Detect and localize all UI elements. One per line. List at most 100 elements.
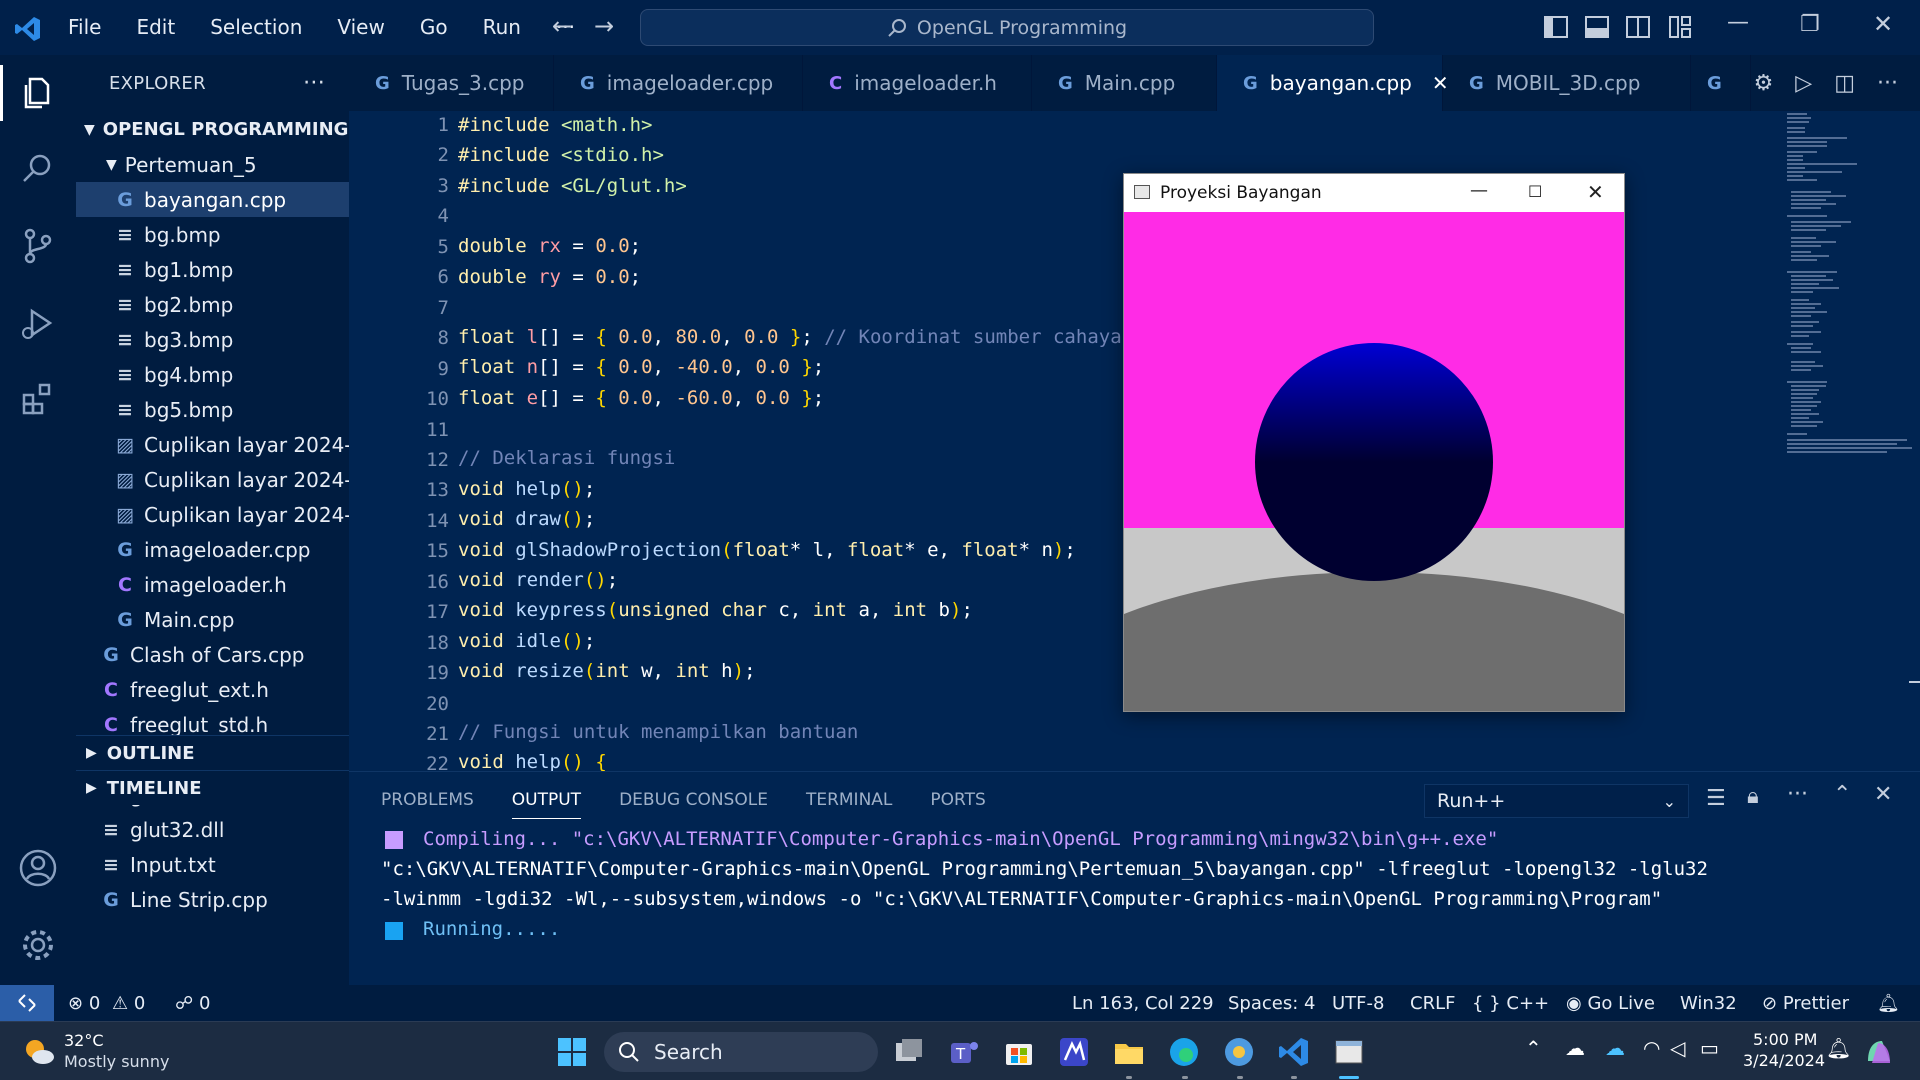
panel-tab-debug-console[interactable]: DEBUG CONSOLE [619,790,768,819]
explorer-icon[interactable] [18,73,58,113]
tab-main-cpp[interactable]: G Main.cpp [1032,55,1217,111]
extensions-icon[interactable] [18,379,58,419]
tree-item[interactable]: ▨ Cuplikan layar 2024-... [76,462,349,497]
panel-tab-output[interactable]: OUTPUT [511,790,582,819]
menu-view[interactable]: View [321,0,403,55]
tree-item[interactable]: ▨ Cuplikan layar 2024-... [76,427,349,462]
tree-item[interactable]: ≡ bg1.bmp [76,252,349,287]
clock-date[interactable]: 3/24/2024 [1743,1051,1825,1070]
search-icon[interactable] [18,149,58,189]
tree-item[interactable]: ▨ Cuplikan layar 2024-... [76,497,349,532]
close-icon[interactable]: ✕ [1587,180,1604,204]
indentation[interactable]: Spaces: 4 [1228,993,1315,1014]
weather-temp[interactable]: 32°C [64,1031,104,1050]
explorer-more-icon[interactable]: ··· [303,71,325,96]
panel-tab-ports[interactable]: PORTS [930,790,985,819]
line-ending[interactable]: CRLF [1410,993,1455,1014]
lock-scroll-icon[interactable]: 🔒︎ [1747,784,1759,809]
onedrive-blue-cloud-icon[interactable]: ☁ [1605,1036,1625,1060]
copilot-icon[interactable] [1862,1035,1896,1069]
edge-browser-icon[interactable] [1167,1035,1201,1069]
source-control-icon[interactable] [18,226,58,266]
output-channel-select[interactable]: Run++ ⌄ [1424,784,1689,818]
menu-run[interactable]: Run [467,0,540,55]
close-window-icon[interactable]: ✕ [1873,10,1893,38]
close-panel-icon[interactable]: ✕ [1874,782,1892,807]
minimize-window-icon[interactable]: — [1727,10,1749,35]
tree-item[interactable]: ≡ bg2.bmp [76,287,349,322]
chrome-browser-icon[interactable] [1222,1035,1256,1069]
forward-arrow-icon[interactable]: → [594,12,614,40]
clear-output-icon[interactable]: ☰ [1706,786,1726,811]
platform[interactable]: Win32 [1680,993,1737,1014]
onedrive-cloud-icon[interactable]: ☁ [1565,1036,1585,1060]
opengl-window-titlebar[interactable]: Proyeksi Bayangan — ☐ ✕ [1124,174,1624,212]
run-debug-icon[interactable] [18,303,58,343]
tree-item[interactable]: G Main.cpp [76,602,349,637]
panel-tab-terminal[interactable]: TERMINAL [806,790,892,819]
split-editor-icon[interactable]: ◫ [1834,71,1855,96]
teams-icon[interactable]: T [947,1035,981,1069]
more-actions-icon[interactable]: ··· [1877,71,1898,96]
menu-selection[interactable]: Selection [194,0,321,55]
clock-time[interactable]: 5:00 PM [1753,1030,1817,1049]
timeline-section[interactable]: ▶ TIMELINE [76,770,349,805]
wifi-icon[interactable]: ◠ [1643,1036,1660,1060]
maximize-panel-icon[interactable]: ⌃ [1833,782,1851,807]
tree-item-selected[interactable]: Gbayangan.cpp [76,182,349,217]
toggle-secondary-sidebar-icon[interactable] [1625,14,1651,40]
subfolder-pertemuan5[interactable]: ▼ Pertemuan_5 [76,147,349,182]
language-mode[interactable]: { } C++ [1472,993,1549,1014]
restore-window-icon[interactable]: ❐ [1800,12,1820,37]
volume-icon[interactable]: ◁ [1670,1036,1685,1060]
cursor-position[interactable]: Ln 163, Col 229 [1072,993,1214,1014]
weather-sun-icon[interactable] [22,1034,56,1068]
menu-file[interactable]: File [52,0,120,55]
opengl-window[interactable]: Proyeksi Bayangan — ☐ ✕ [1123,173,1625,712]
tree-item[interactable]: Gimageloader.cpp [76,532,349,567]
app-icon[interactable] [1057,1035,1091,1069]
tab-imageloader-h[interactable]: Cimageloader.h [803,55,1032,111]
run-code-icon[interactable]: ▷ [1795,71,1812,96]
more-actions-icon[interactable]: ··· [1787,782,1808,807]
maximize-icon[interactable]: ☐ [1528,182,1542,201]
vscode-taskbar-icon[interactable] [1277,1035,1311,1069]
tab-imageloader-cpp[interactable]: Gimageloader.cpp [554,55,803,111]
settings-gear-icon[interactable] [18,925,58,965]
tree-item[interactable]: Cimageloader.h [76,567,349,602]
battery-icon[interactable]: ▭ [1700,1036,1719,1060]
tree-item[interactable]: ≡ bg4.bmp [76,357,349,392]
customize-layout-icon[interactable] [1667,14,1693,40]
tree-item[interactable]: ≡ Input.txt [76,847,349,882]
tree-item[interactable]: ≡ bg5.bmp [76,392,349,427]
taskbar-search[interactable]: Search [604,1032,878,1072]
toggle-sidebar-icon[interactable] [1543,14,1569,40]
notification-bell-icon[interactable]: 🔔︎ [1826,1036,1851,1060]
menu-edit[interactable]: Edit [120,0,194,55]
tree-item[interactable]: ≡ bg3.bmp [76,322,349,357]
tab-bayangan-cpp[interactable]: Gbayangan.cpp ✕ [1217,55,1449,111]
tab-overflow[interactable]: G [1691,55,1751,111]
remote-indicator-icon[interactable] [0,985,54,1021]
encoding[interactable]: UTF-8 [1332,993,1384,1014]
panel-tab-problems[interactable]: PROBLEMS [381,790,474,819]
minimize-icon[interactable]: — [1470,180,1488,201]
tree-item[interactable]: G Clash of Cars.cpp [76,637,349,672]
tree-item[interactable]: ≡ glut32.dll [76,812,349,847]
problems-indicator[interactable]: ⊗ 0 ⚠ 0 [68,993,145,1014]
settings-gear-icon[interactable]: ⚙ [1754,71,1774,96]
prettier-button[interactable]: ⊘ Prettier [1762,993,1849,1014]
tree-item[interactable]: ≡ bg.bmp [76,217,349,252]
outline-section[interactable]: ▶ OUTLINE [76,735,349,770]
toggle-panel-icon[interactable] [1584,14,1610,40]
notifications-bell-icon[interactable]: 🔔︎ [1877,993,1900,1014]
microsoft-store-icon[interactable] [1002,1035,1036,1069]
task-view-icon[interactable] [892,1035,926,1069]
go-live-button[interactable]: ◉ Go Live [1566,993,1655,1014]
file-explorer-icon[interactable] [1112,1035,1146,1069]
ports-indicator[interactable]: ☍ 0 [175,993,210,1014]
tab-mobil3d[interactable]: G MOBIL_3D.cpp [1443,55,1691,111]
command-center[interactable]: OpenGL Programming [640,9,1374,46]
minimap[interactable] [1779,111,1920,771]
project-folder[interactable]: ▼ OPENGL PROGRAMMING [76,112,349,147]
